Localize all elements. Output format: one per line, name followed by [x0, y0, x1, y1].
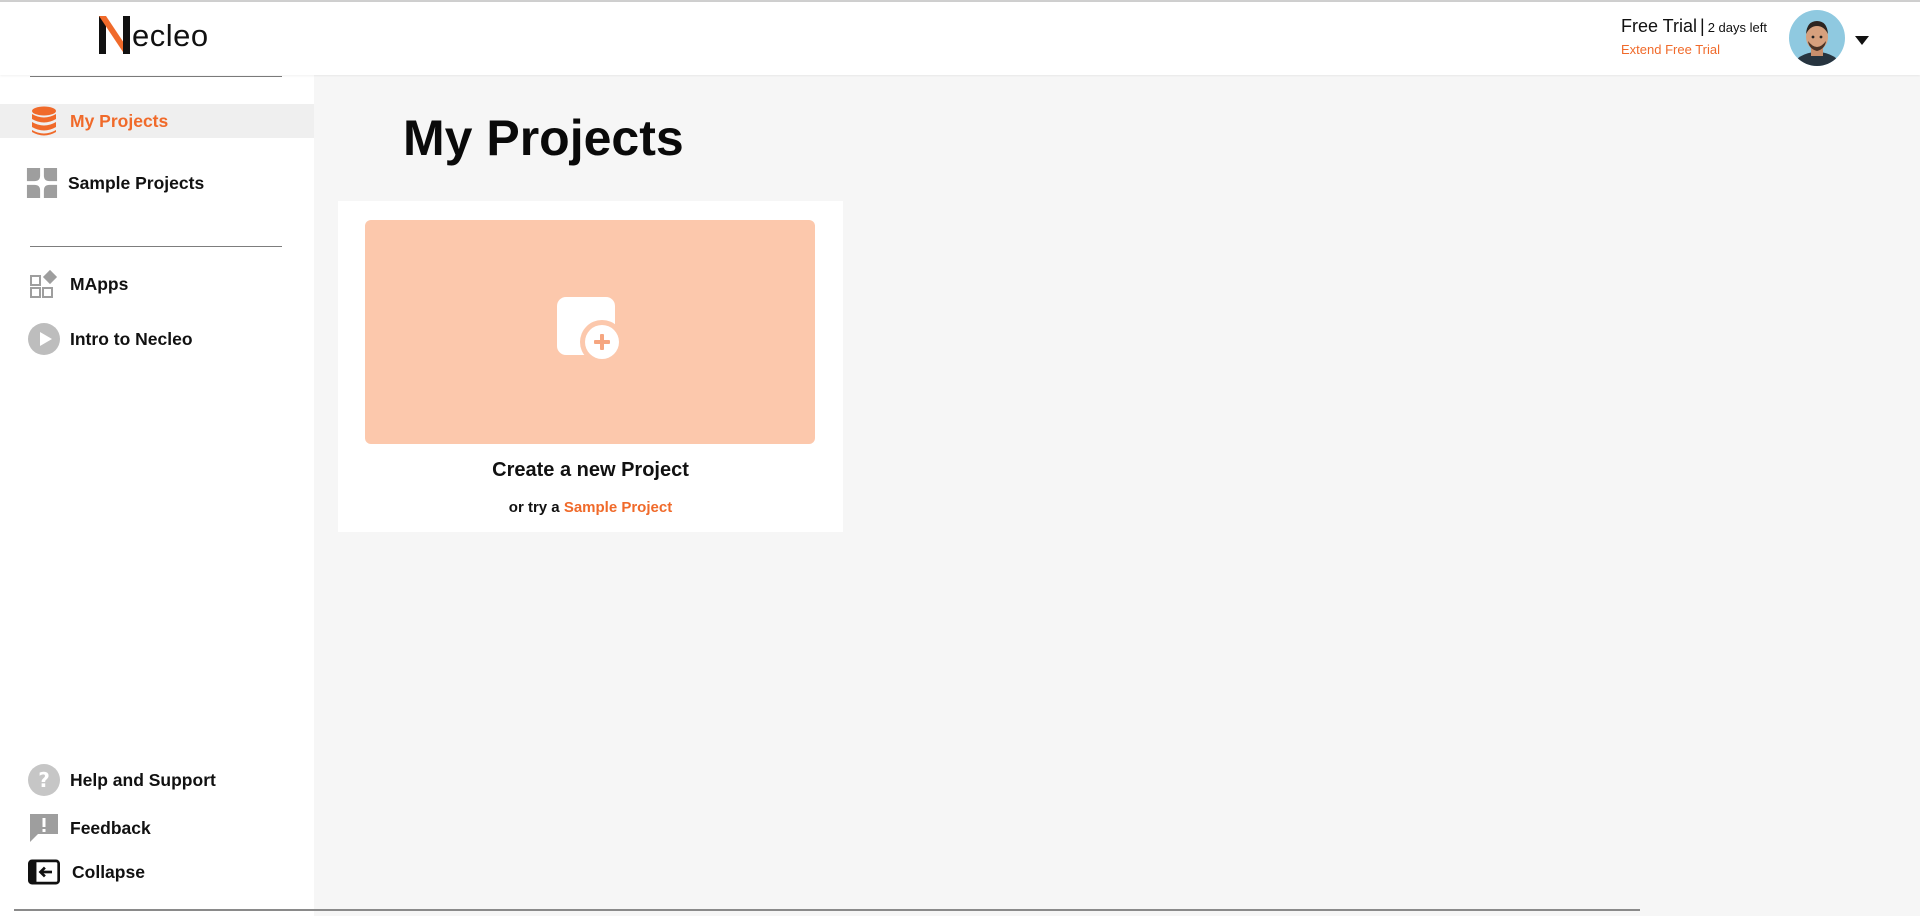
- sidebar-item-intro-to-necleo[interactable]: Intro to Necleo: [0, 322, 314, 356]
- sample-project-prompt: or try a Sample Project: [338, 499, 843, 516]
- sidebar: My Projects Sample Projects MApps Intro …: [0, 75, 314, 916]
- sample-project-prefix: or try a: [508, 499, 560, 516]
- svg-text:?: ?: [38, 768, 50, 792]
- logo-text: ecleo: [132, 18, 209, 53]
- avatar-image: [1789, 10, 1845, 66]
- database-icon: [28, 105, 60, 137]
- sidebar-item-label: Sample Projects: [68, 172, 205, 193]
- trial-days-left: 2 days left: [1707, 20, 1767, 35]
- trial-line: Free Trial | 2 days left: [1621, 16, 1801, 37]
- sidebar-item-label: Feedback: [70, 817, 151, 838]
- new-project-card: Create a new Project or try a Sample Pro…: [338, 201, 843, 532]
- play-icon: [28, 323, 60, 355]
- sidebar-item-label: My Projects: [70, 110, 169, 131]
- sidebar-item-mapps[interactable]: MApps: [0, 267, 314, 301]
- bottom-border: [14, 909, 1640, 911]
- page-title: My Projects: [403, 110, 684, 166]
- logo-n-mark: [99, 16, 130, 54]
- sidebar-item-label: MApps: [70, 273, 129, 294]
- create-project-title: Create a new Project: [492, 459, 689, 481]
- sidebar-item-label: Intro to Necleo: [70, 328, 193, 349]
- sidebar-item-sample-projects[interactable]: Sample Projects: [0, 166, 314, 200]
- sample-project-link[interactable]: Sample Project: [564, 499, 672, 516]
- feedback-icon: [28, 812, 60, 844]
- sidebar-item-my-projects[interactable]: My Projects: [0, 104, 314, 138]
- sidebar-item-label: Collapse: [72, 861, 145, 882]
- collapse-icon: [28, 856, 60, 888]
- user-avatar[interactable]: [1789, 10, 1845, 66]
- trial-label: Free Trial: [1621, 16, 1698, 36]
- necleo-logo[interactable]: ecleo: [97, 10, 209, 54]
- add-project-icon: [554, 294, 626, 371]
- main-content: My Projects Create a new Project or try …: [314, 75, 1920, 916]
- trial-separator: |: [1700, 16, 1705, 36]
- sidebar-item-help-and-support[interactable]: ? Help and Support: [0, 763, 314, 797]
- sidebar-item-feedback[interactable]: Feedback: [0, 811, 314, 845]
- help-icon: ?: [28, 764, 60, 796]
- sidebar-divider: [30, 246, 282, 247]
- sidebar-item-collapse[interactable]: Collapse: [0, 855, 314, 889]
- create-project-button[interactable]: [365, 220, 815, 444]
- account-dropdown-chevron-icon[interactable]: [1855, 33, 1869, 51]
- extend-trial-link[interactable]: Extend Free Trial: [1621, 42, 1720, 57]
- apps-icon: [28, 268, 60, 300]
- sidebar-divider: [30, 76, 282, 77]
- sidebar-item-label: Help and Support: [70, 769, 216, 790]
- sample-grid-icon: [26, 167, 58, 199]
- trial-status: Free Trial | 2 days left Extend Free Trial: [1621, 16, 1801, 59]
- top-bar: ecleo Free Trial | 2 days left Extend Free…: [0, 2, 1920, 75]
